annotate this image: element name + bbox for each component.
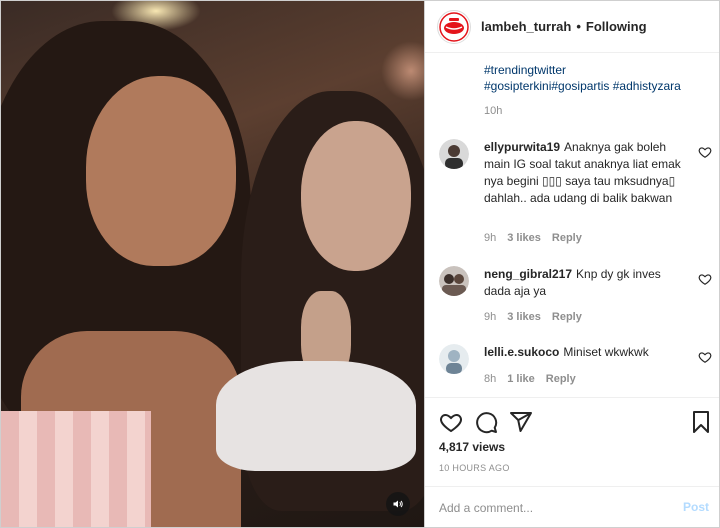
comment-text: ellypurwita19 Anaknya gak boleh main IG s… bbox=[484, 139, 684, 207]
heart-icon[interactable] bbox=[439, 410, 463, 434]
comment-username[interactable]: lelli.e.sukoco bbox=[484, 345, 559, 359]
speaker-icon bbox=[393, 500, 403, 508]
post-video[interactable] bbox=[0, 0, 425, 528]
lips-logo-icon bbox=[439, 11, 469, 42]
reply-button[interactable]: Reply bbox=[552, 232, 582, 244]
comment-meta: 9h 3 likes Reply bbox=[484, 311, 593, 323]
comment-input[interactable] bbox=[439, 497, 659, 519]
comment-username[interactable]: ellypurwita19 bbox=[484, 140, 560, 154]
commenter-avatar[interactable] bbox=[439, 344, 469, 374]
comment-meta: 8h 1 like Reply bbox=[484, 373, 587, 385]
comment-text: neng_gibral217 Knp dy gk inves dada aja y… bbox=[484, 266, 684, 300]
avatar-image bbox=[439, 139, 469, 169]
post-header: lambeh_turrah • Following bbox=[425, 1, 719, 53]
heart-icon[interactable] bbox=[698, 350, 712, 364]
person-left-face bbox=[86, 76, 236, 266]
comment-likes[interactable]: 3 likes bbox=[507, 311, 541, 323]
post-timestamp: 10 HOURS AGO bbox=[439, 463, 510, 473]
comment-time: 9h bbox=[484, 232, 497, 244]
comment-meta: 9h 3 likes Reply bbox=[484, 232, 593, 244]
comment-time: 8h bbox=[484, 373, 497, 385]
comment-username[interactable]: neng_gibral217 bbox=[484, 267, 572, 281]
hashtag-link[interactable]: #gosipartis bbox=[551, 79, 609, 93]
post-actions: 4,817 views 10 HOURS AGO bbox=[425, 397, 719, 497]
person-right-top bbox=[216, 361, 416, 471]
view-count[interactable]: 4,817 views bbox=[439, 440, 505, 454]
account-avatar[interactable] bbox=[437, 9, 471, 44]
audio-toggle-button[interactable] bbox=[386, 492, 410, 516]
heart-icon[interactable] bbox=[698, 272, 712, 286]
share-icon[interactable] bbox=[509, 410, 533, 434]
commenter-avatar[interactable] bbox=[439, 266, 469, 296]
comment-time: 9h bbox=[484, 311, 497, 323]
comment-icon[interactable] bbox=[474, 410, 498, 434]
background-light bbox=[381, 41, 424, 101]
hashtag-link[interactable]: #adhistyzara bbox=[613, 79, 681, 93]
comment-content: Miniset wkwkwk bbox=[563, 345, 649, 359]
avatar-image bbox=[439, 344, 469, 374]
person-left-top bbox=[1, 411, 151, 527]
header-separator: • bbox=[576, 19, 581, 34]
reply-button[interactable]: Reply bbox=[546, 373, 576, 385]
avatar-image bbox=[439, 266, 469, 296]
caption-hashtags: #trendingtwitter #gosipterkini#gosiparti… bbox=[484, 62, 709, 94]
hashtag-link[interactable]: #trendingtwitter bbox=[484, 63, 566, 77]
post-comment-button[interactable]: Post bbox=[683, 500, 709, 514]
comment-likes[interactable]: 3 likes bbox=[507, 232, 541, 244]
hashtag-link[interactable]: #gosipterkini bbox=[484, 79, 551, 93]
heart-icon[interactable] bbox=[698, 145, 712, 159]
bookmark-icon[interactable] bbox=[689, 410, 713, 434]
comment-likes[interactable]: 1 like bbox=[507, 373, 535, 385]
person-right-face bbox=[301, 121, 411, 271]
post-side-panel: lambeh_turrah • Following #trendingtwitt… bbox=[425, 0, 720, 528]
caption-time: 10h bbox=[484, 105, 503, 117]
header-username[interactable]: lambeh_turrah bbox=[481, 19, 571, 34]
comment-text: lelli.e.sukoco Miniset wkwkwk bbox=[484, 344, 684, 361]
commenter-avatar[interactable] bbox=[439, 139, 469, 169]
add-comment-bar: Post bbox=[425, 486, 719, 528]
following-button[interactable]: Following bbox=[586, 19, 647, 34]
reply-button[interactable]: Reply bbox=[552, 311, 582, 323]
